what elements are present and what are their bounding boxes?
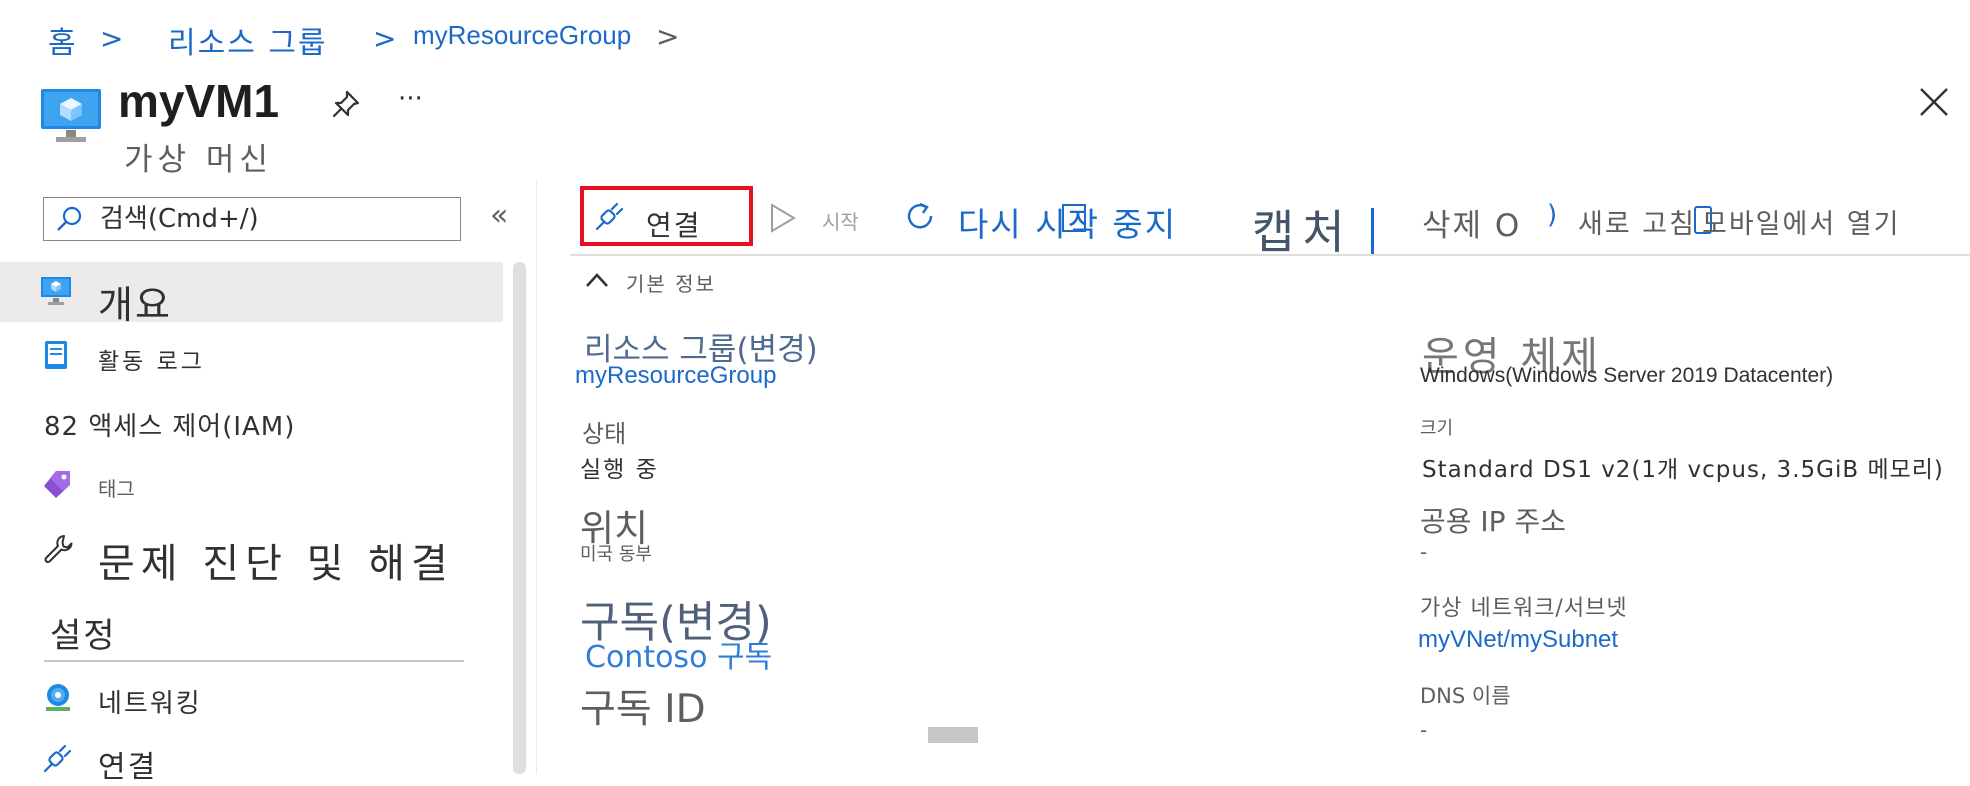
status-label: 상태: [582, 420, 627, 448]
sidebar-section-settings: 설정: [50, 616, 117, 656]
refresh-button[interactable]: 새로 고침: [1578, 202, 1696, 241]
close-icon[interactable]: [1917, 85, 1951, 119]
public-ip-value: -: [1420, 540, 1428, 564]
sidebar-item-activity-log[interactable]: 활동 로그: [0, 336, 503, 380]
pin-icon[interactable]: [330, 88, 362, 120]
vnet-link[interactable]: myVNet/mySubnet: [1418, 626, 1618, 654]
virtual-machine-icon: [41, 277, 71, 305]
sidebar-item-diagnose[interactable]: 문제 진단 및 해결: [0, 525, 503, 587]
breadcrumb-separator: >: [100, 22, 124, 55]
virtual-machine-icon: [41, 89, 101, 142]
sidebar-item-iam[interactable]: 82 액세스 제어(IAM): [0, 400, 503, 444]
copy-placeholder: [928, 727, 978, 743]
search-icon: [57, 206, 82, 231]
page-subtitle: 가상 머신: [124, 142, 273, 178]
essentials-header[interactable]: 기본 정보: [626, 268, 716, 297]
start-button[interactable]: 시작: [822, 206, 859, 235]
breadcrumb-resource-group[interactable]: myResourceGroup: [413, 20, 631, 51]
more-actions-button[interactable]: ···: [398, 84, 423, 114]
sidebar-item-label: 문제 진단 및 해결: [98, 541, 454, 587]
restart-icon: [907, 202, 933, 229]
search-input[interactable]: [100, 202, 450, 236]
refresh-icon: ): [1547, 200, 1558, 230]
sidebar-item-label: 82 액세스 제어(IAM): [44, 412, 296, 442]
pane-divider: [536, 180, 537, 774]
chevron-up-icon[interactable]: [584, 270, 610, 290]
os-value: Windows(Windows Server 2019 Datacenter): [1420, 364, 1834, 387]
collapse-sidebar-button[interactable]: «: [490, 198, 508, 233]
connect-button-label: 연결: [646, 209, 702, 242]
public-ip-label: 공용 IP 주소: [1420, 505, 1566, 538]
section-divider: [44, 660, 464, 662]
delete-button[interactable]: 삭제 O: [1422, 200, 1521, 245]
subscription-id-label: 구독 ID: [580, 687, 706, 732]
size-value: Standard DS1 v2(1개 vcpus, 3.5GiB 메모리): [1422, 457, 1944, 483]
sidebar-item-connect[interactable]: 연결: [0, 738, 503, 785]
status-value: 실행 중: [580, 457, 659, 483]
sidebar-item-label: 네트워킹: [98, 689, 202, 719]
search-box[interactable]: [43, 197, 461, 241]
capture-icon: [1371, 208, 1374, 254]
breadcrumb-home[interactable]: 홈: [48, 18, 78, 62]
location-value: 미국 동부: [580, 544, 652, 565]
sidebar-item-label: 개요: [98, 283, 172, 327]
vnet-label: 가상 네트워크/서브넷: [1420, 596, 1628, 621]
tag-icon: [44, 471, 70, 498]
sidebar-item-label: 활동 로그: [98, 349, 205, 375]
breadcrumb-separator: >: [373, 22, 397, 55]
networking-icon: [46, 684, 70, 711]
page-title: myVM1: [118, 75, 280, 127]
wrench-icon: [44, 535, 73, 563]
sidebar-item-label: 연결: [98, 750, 158, 785]
dns-label: DNS 이름: [1420, 684, 1511, 708]
sidebar-item-overview[interactable]: 개요: [0, 262, 503, 327]
sidebar-item-label: 태그: [98, 477, 135, 501]
connect-button[interactable]: 연결: [580, 186, 753, 246]
plug-icon: [595, 202, 624, 231]
play-icon[interactable]: [768, 202, 798, 234]
stop-icon: [1062, 204, 1086, 232]
size-label: 크기: [1420, 418, 1454, 439]
breadcrumb-separator: >: [656, 20, 680, 53]
dns-value: -: [1420, 718, 1428, 742]
sidebar-scrollbar-track[interactable]: [513, 262, 526, 774]
toolbar-divider: [570, 254, 1970, 256]
sidebar-item-networking[interactable]: 네트워킹: [0, 675, 503, 723]
resource-group-link[interactable]: myResourceGroup: [575, 362, 776, 390]
capture-button[interactable]: 캡처: [1252, 196, 1353, 262]
sidebar-item-tags[interactable]: 태그: [0, 465, 503, 509]
plug-icon: [43, 744, 72, 773]
open-mobile-button[interactable]: 모바일에서 열기: [1702, 202, 1900, 241]
subscription-link[interactable]: Contoso 구독: [585, 632, 772, 676]
activity-log-icon: [45, 341, 67, 369]
breadcrumb-resource-groups[interactable]: 리소스 그룹: [168, 18, 328, 62]
